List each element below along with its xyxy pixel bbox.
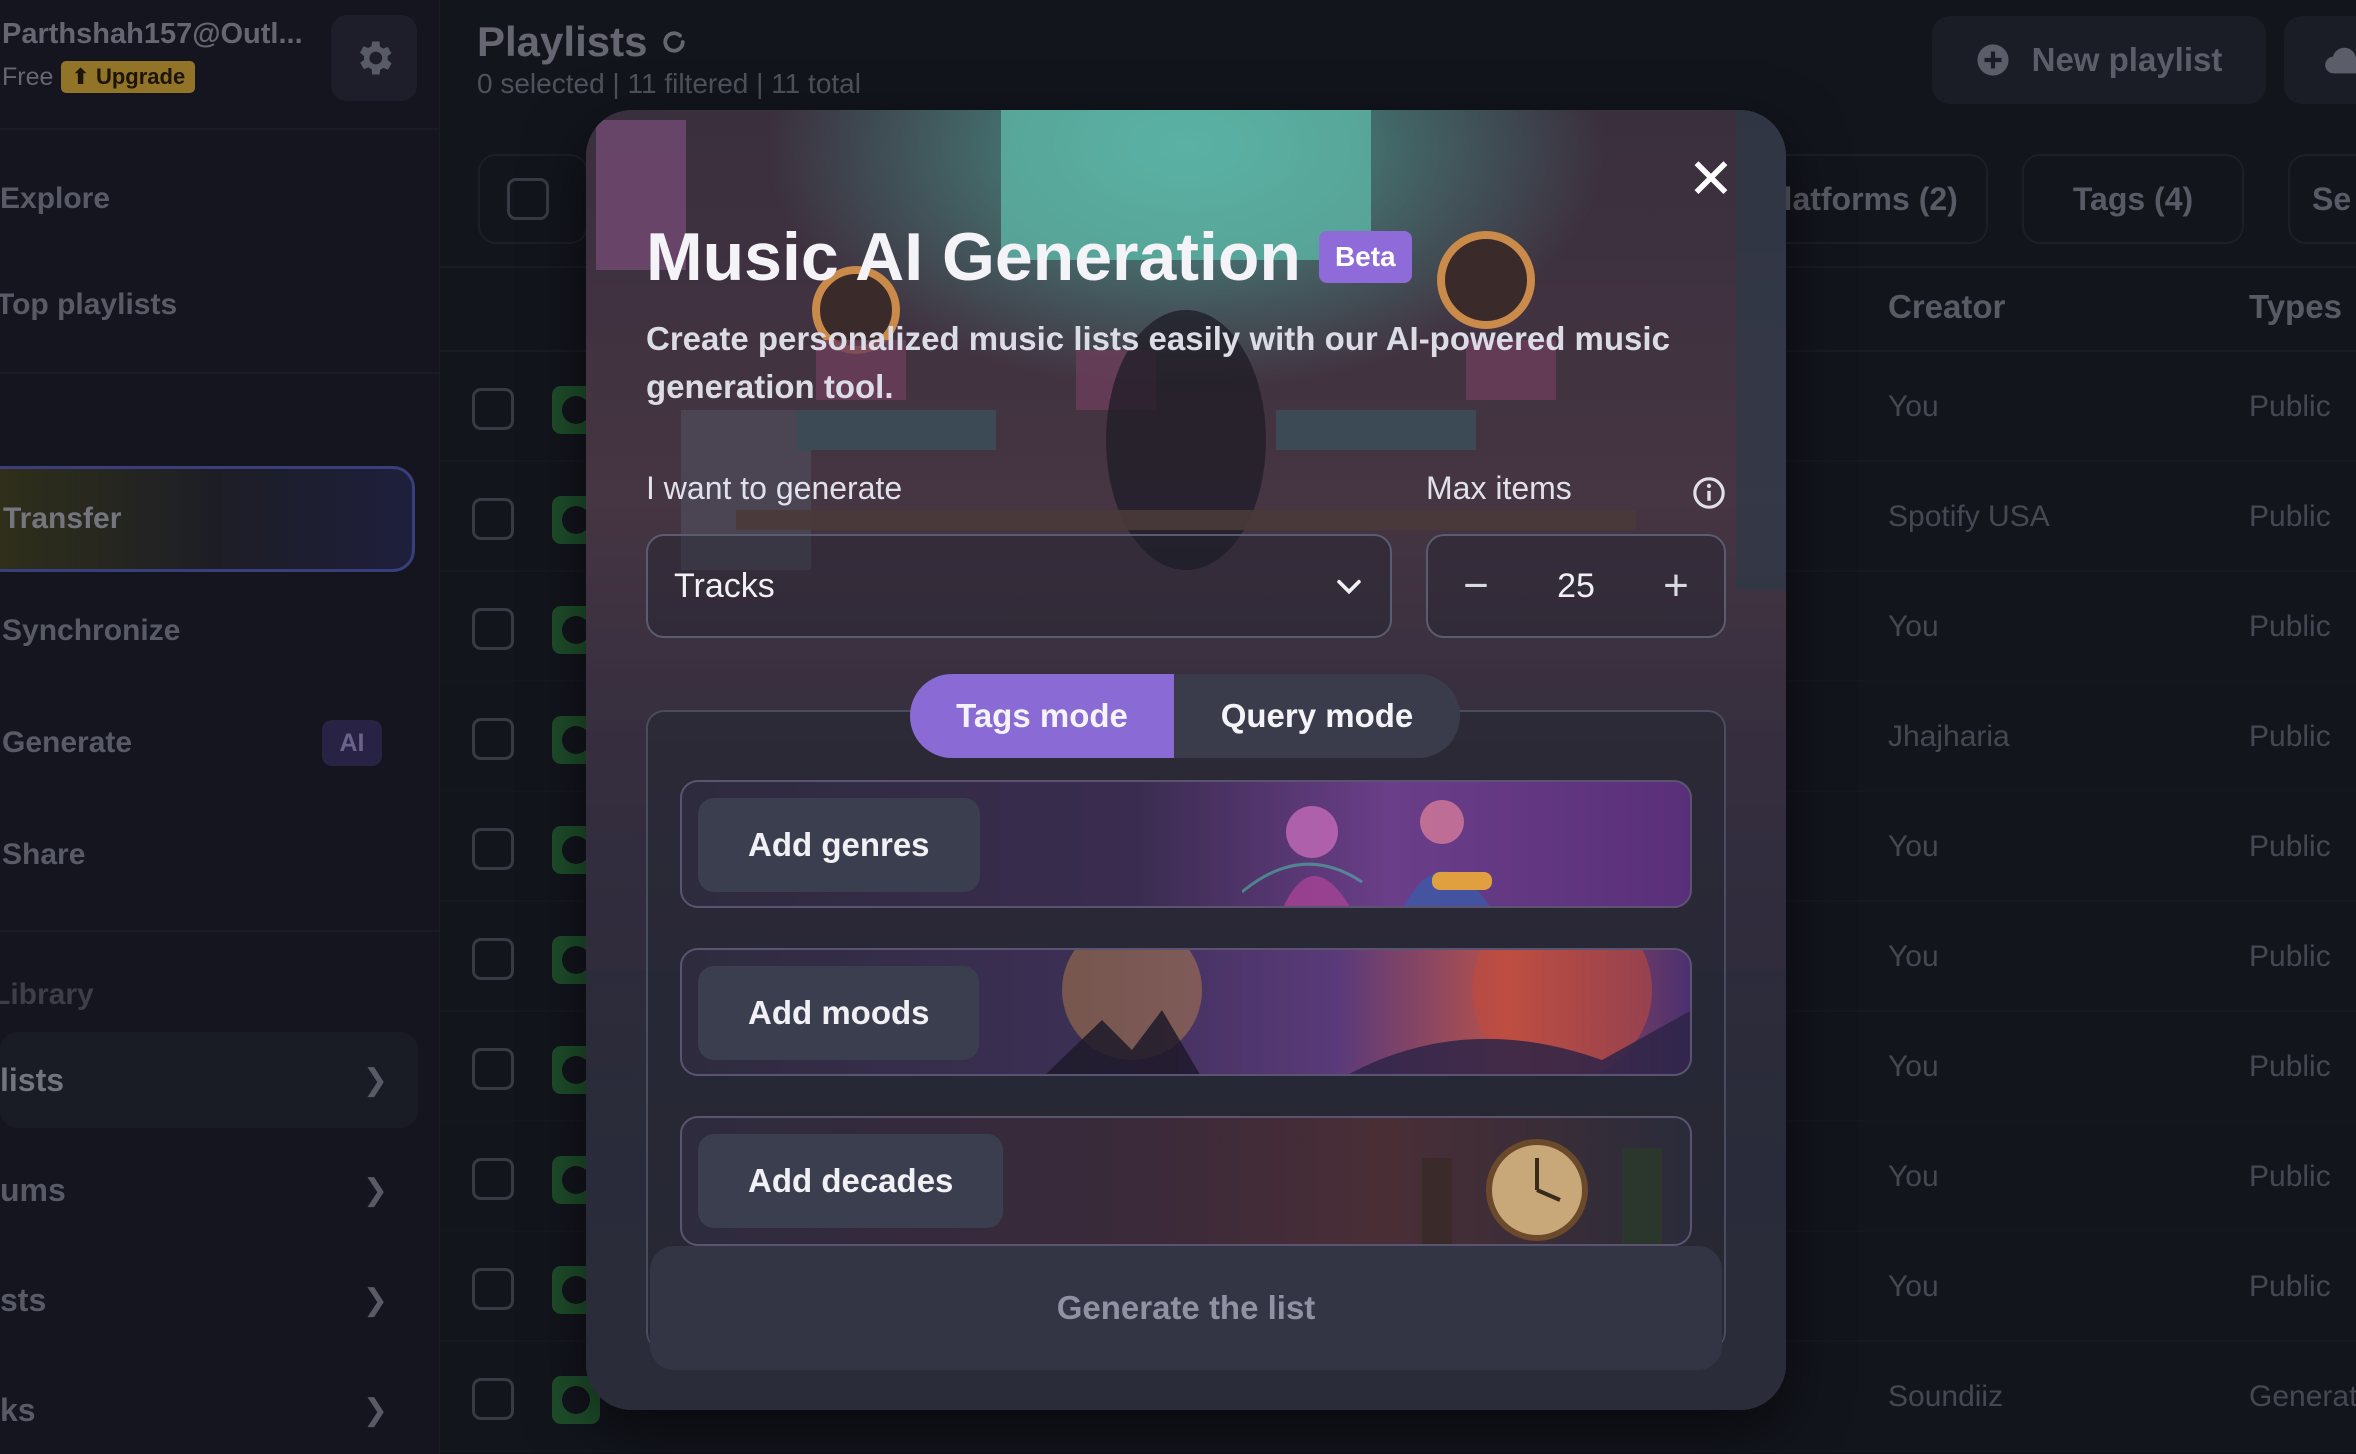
beta-badge: Beta	[1318, 231, 1412, 283]
generate-type-label: I want to generate	[646, 470, 903, 506]
tab-tags-mode[interactable]: Tags mode	[910, 674, 1174, 758]
close-button[interactable]: ✕	[1678, 146, 1744, 212]
generate-type-value: Tracks	[674, 566, 775, 605]
max-items-stepper: − 25 +	[1426, 534, 1726, 638]
tab-query-mode[interactable]: Query mode	[1174, 674, 1460, 758]
moods-card: Add moods	[680, 948, 1692, 1076]
modal-title: Music AI Generation Beta	[646, 218, 1412, 296]
modal-title-text: Music AI Generation	[646, 219, 1301, 295]
generate-list-button[interactable]: Generate the list	[650, 1246, 1722, 1370]
close-icon: ✕	[1687, 147, 1735, 210]
mode-tabs: Tags mode Query mode	[910, 674, 1460, 758]
increment-button[interactable]: +	[1648, 558, 1704, 614]
moods-illustration	[1046, 950, 1690, 1074]
info-icon[interactable]	[1692, 476, 1726, 510]
decades-illustration	[1422, 1139, 1662, 1244]
generate-type-select[interactable]: Tracks	[646, 534, 1392, 638]
chevron-down-icon	[1337, 579, 1361, 595]
modal-description: Create personalized music lists easily w…	[646, 320, 1670, 405]
max-items-value[interactable]: 25	[1557, 567, 1595, 606]
decades-card: Add decades	[680, 1116, 1692, 1246]
add-moods-button[interactable]: Add moods	[698, 966, 980, 1060]
ai-generation-modal: ✕ Music AI Generation Beta Create person…	[586, 110, 1786, 1410]
add-decades-button[interactable]: Add decades	[698, 1134, 1004, 1228]
max-items-label: Max items	[1426, 470, 1572, 506]
decrement-button[interactable]: −	[1448, 558, 1504, 614]
genres-card: Add genres	[680, 780, 1692, 908]
add-genres-button[interactable]: Add genres	[698, 798, 980, 892]
genres-illustration	[1242, 800, 1492, 906]
